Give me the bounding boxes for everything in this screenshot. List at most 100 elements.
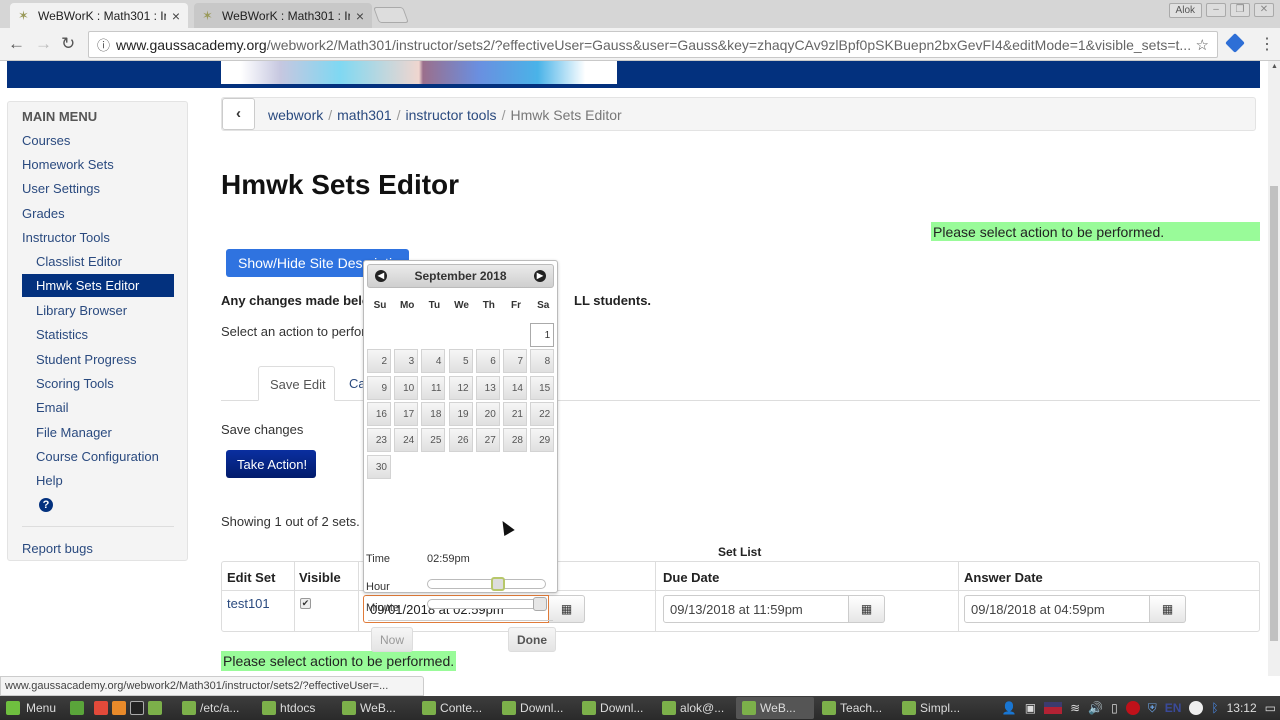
calendar-day[interactable]: 4 (421, 349, 446, 374)
calendar-day[interactable]: 15 (530, 375, 555, 400)
hour-slider[interactable] (427, 577, 546, 591)
visible-checkbox[interactable]: ✔ (300, 598, 311, 609)
calendar-day[interactable]: 28 (503, 428, 527, 453)
calendar-day[interactable]: 7 (503, 349, 527, 374)
files-launcher-icon[interactable] (148, 701, 163, 715)
browser-menu-icon[interactable]: ⋮ (1259, 34, 1275, 54)
calendar-day[interactable]: 30 (367, 454, 391, 479)
minimize-icon[interactable]: – (1206, 3, 1226, 17)
calendar-day[interactable]: 20 (475, 401, 500, 426)
taskbar-window-button[interactable]: Downl... (496, 697, 574, 719)
minute-slider[interactable] (427, 597, 547, 611)
close-tab-icon[interactable]: × (172, 8, 180, 24)
take-action-button[interactable]: Take Action! (226, 450, 316, 478)
calendar-day[interactable]: 10 (394, 375, 419, 400)
sidebar-item-hmwk-sets-editor[interactable]: Hmwk Sets Editor (22, 274, 174, 297)
answer-date-input[interactable]: 09/18/2018 at 04:59pm (964, 595, 1150, 623)
sidebar-item-help[interactable]: Help (36, 473, 63, 488)
due-date-calendar-icon[interactable]: ▦ (849, 595, 885, 623)
taskbar-window-button[interactable]: /etc/a... (176, 697, 254, 719)
calendar-day[interactable]: 9 (367, 375, 391, 400)
calendar-day[interactable]: 18 (421, 401, 446, 426)
page-scrollbar[interactable]: ▲ (1268, 61, 1280, 676)
sidebar-item-user-settings[interactable]: User Settings (22, 181, 100, 196)
taskbar-window-button[interactable]: WeB... (736, 697, 815, 719)
calendar-day[interactable]: 24 (394, 428, 419, 453)
calendar-day[interactable]: 25 (421, 428, 446, 453)
done-button[interactable]: Done (508, 627, 556, 652)
report-bugs-link[interactable]: Report bugs (22, 541, 93, 556)
scrollbar-thumb[interactable] (1270, 186, 1278, 641)
keyboard-language[interactable]: EN (1165, 701, 1182, 715)
taskbar-window-button[interactable]: alok@... (656, 697, 734, 719)
sidebar-item-statistics[interactable]: Statistics (36, 327, 88, 342)
bookmark-star-icon[interactable]: ☆ (1196, 36, 1209, 54)
close-tab-icon[interactable]: × (356, 8, 364, 24)
forward-arrow-icon[interactable]: → (35, 34, 52, 54)
calendar-day[interactable]: 8 (530, 349, 555, 374)
shield-icon[interactable]: ⛨ (1148, 701, 1157, 716)
sidebar-item-file-manager[interactable]: File Manager (36, 425, 112, 440)
bluetooth-icon[interactable]: ᛒ (1211, 701, 1218, 715)
reload-icon[interactable]: ↻ (61, 34, 75, 54)
sidebar-item-course-configuration[interactable]: Course Configuration (36, 449, 159, 464)
minute-slider-handle[interactable] (533, 597, 547, 611)
tab-save-edit[interactable]: Save Edit (258, 366, 335, 401)
sidebar-item-homework-sets[interactable]: Homework Sets (22, 157, 114, 172)
circle-app-icon[interactable] (1189, 701, 1204, 715)
notifications-icon[interactable]: ▭ (1265, 701, 1276, 715)
calendar-day[interactable]: 23 (367, 428, 391, 453)
record-icon[interactable] (1125, 701, 1140, 715)
breadcrumb-math301[interactable]: math301 (337, 107, 391, 123)
volume-icon[interactable]: 🔊 (1088, 701, 1103, 715)
breadcrumb-back-button[interactable]: ‹ (222, 98, 255, 130)
us-flag-icon[interactable] (1044, 702, 1063, 714)
profile-user-badge[interactable]: Alok (1168, 3, 1202, 18)
next-month-icon[interactable]: ▶ (534, 270, 546, 282)
close-window-icon[interactable]: ✕ (1254, 3, 1274, 17)
sidebar-item-scoring-tools[interactable]: Scoring Tools (36, 376, 114, 391)
chrome-launcher-icon[interactable] (94, 701, 109, 715)
browser-tab-1[interactable]: ✶ WeBWorK : Math301 : Ir × (10, 3, 188, 28)
sidebar-item-grades[interactable]: Grades (22, 206, 65, 221)
breadcrumb-webwork[interactable]: webwork (268, 107, 323, 123)
calendar-day[interactable]: 26 (448, 428, 473, 453)
calendar-day[interactable]: 14 (503, 375, 527, 400)
due-date-input[interactable]: 09/13/2018 at 11:59pm (663, 595, 849, 623)
new-tab-button[interactable] (373, 7, 409, 23)
open-date-calendar-icon[interactable]: ▦ (549, 595, 585, 623)
now-button[interactable]: Now (371, 627, 414, 652)
sidebar-item-instructor-tools[interactable]: Instructor Tools (22, 230, 110, 245)
taskbar-window-button[interactable]: WeB... (336, 697, 414, 719)
taskbar-window-button[interactable]: Downl... (576, 697, 654, 719)
calendar-day[interactable]: 1 (530, 323, 555, 347)
calendar-day[interactable]: 13 (475, 375, 500, 400)
breadcrumb-instructor-tools[interactable]: instructor tools (406, 107, 497, 123)
wifi-icon[interactable]: ≋ (1070, 701, 1080, 715)
sidebar-item-classlist-editor[interactable]: Classlist Editor (36, 254, 122, 269)
calendar-day[interactable]: 21 (503, 401, 527, 426)
answer-date-calendar-icon[interactable]: ▦ (1150, 595, 1186, 623)
taskbar-window-button[interactable]: Conte... (416, 697, 494, 719)
address-bar[interactable]: ⓘ www.gaussacademy.org/webwork2/Math301/… (88, 31, 1218, 58)
taskbar-window-button[interactable]: Simpl... (896, 697, 974, 719)
start-menu-button[interactable]: Menu (0, 701, 62, 715)
calendar-day[interactable]: 19 (448, 401, 473, 426)
calendar-day[interactable]: 27 (475, 428, 500, 453)
user-icon[interactable]: 👤 (1002, 701, 1017, 715)
firefox-launcher-icon[interactable] (112, 701, 127, 715)
browser-tab-2[interactable]: ✶ WeBWorK : Math301 : Ir × (194, 3, 372, 28)
calendar-day[interactable]: 16 (367, 401, 391, 426)
sidebar-item-library-browser[interactable]: Library Browser (36, 303, 127, 318)
hour-slider-handle[interactable] (491, 577, 506, 591)
calendar-day[interactable]: 5 (448, 349, 473, 374)
taskbar-window-button[interactable]: Teach... (816, 697, 894, 719)
calendar-day[interactable]: 6 (475, 349, 500, 374)
prev-month-icon[interactable]: ◀ (375, 270, 387, 282)
taskbar-window-button[interactable]: htdocs (256, 697, 334, 719)
terminal-launcher-icon[interactable] (130, 701, 145, 715)
edit-set-link[interactable]: test101 (227, 596, 270, 611)
show-desktop-icon[interactable] (70, 701, 85, 715)
calendar-day[interactable]: 29 (530, 428, 555, 453)
sidebar-item-email[interactable]: Email (36, 400, 69, 415)
